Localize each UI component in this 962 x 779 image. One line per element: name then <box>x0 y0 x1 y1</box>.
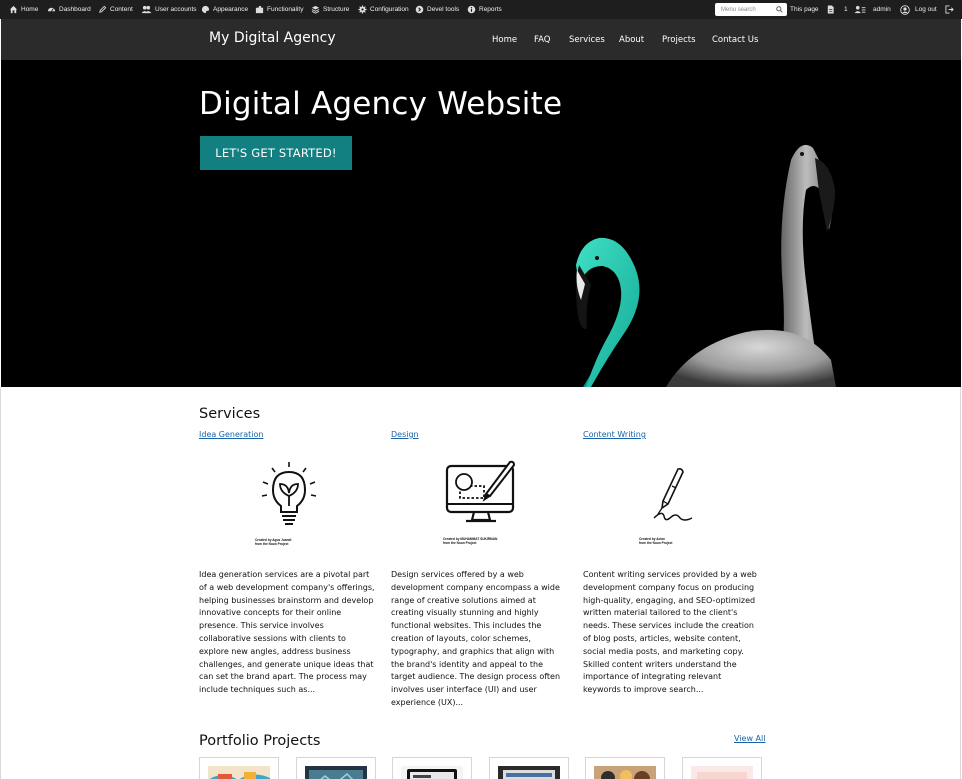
toolbar-appearance-label: Appearance <box>213 6 249 13</box>
admin-toolbar: Home Dashboard Content User accounts App… <box>0 0 962 19</box>
home-icon <box>9 5 18 14</box>
service-description-idea-generation: Idea generation services are a pivotal p… <box>199 570 375 695</box>
dashboard-icon <box>47 7 56 12</box>
service-description-design: Design services offered by a web develop… <box>391 570 561 707</box>
services-heading: Services <box>199 406 261 422</box>
credit-idea-generation: Created by Agus Juandi from the Noun Proj… <box>255 538 291 546</box>
portfolio-thumbnail[interactable] <box>392 757 472 779</box>
toolbar-reports[interactable]: Reports <box>467 0 502 19</box>
page-edge <box>960 387 961 779</box>
toolbar-dashboard[interactable]: Dashboard <box>47 0 91 19</box>
toolbar-logout[interactable]: Log out <box>915 0 954 19</box>
username-label: admin <box>873 6 891 13</box>
puzzle-icon <box>255 5 264 14</box>
logout-label: Log out <box>915 6 937 13</box>
menu-search-placeholder: Menu search <box>721 6 756 13</box>
toolbar-appearance[interactable]: Appearance <box>201 0 248 19</box>
hero-title: Digital Agency Website <box>199 86 563 122</box>
user-count-value: 1 <box>844 6 848 13</box>
portfolio-thumbnail[interactable] <box>489 757 569 779</box>
toolbar-dashboard-label: Dashboard <box>59 6 91 13</box>
portfolio-image <box>691 766 753 779</box>
portfolio-thumbnail[interactable] <box>296 757 376 779</box>
nav-projects[interactable]: Projects <box>662 35 696 45</box>
toolbar-functionality-label: Functionality <box>267 6 304 13</box>
toolbar-structure-label: Structure <box>323 6 350 13</box>
nav-about[interactable]: About <box>619 35 644 45</box>
portfolio-image <box>401 766 463 779</box>
lightbulb-icon <box>261 462 317 525</box>
palette-icon <box>201 5 210 14</box>
toolbar-devel-tools-label: Devel tools <box>427 6 460 13</box>
gear-icon <box>358 5 367 14</box>
nav-services[interactable]: Services <box>569 35 605 45</box>
toolbar-functionality[interactable]: Functionality <box>255 0 304 19</box>
portfolio-heading: Portfolio Projects <box>199 733 321 749</box>
page: Home Dashboard Content User accounts App… <box>0 0 962 779</box>
toolbar-configuration[interactable]: Configuration <box>358 0 409 19</box>
credit-line: from the Noun Project <box>443 541 477 545</box>
toolbar-user-accounts-label: User accounts <box>155 6 197 13</box>
this-page-label: This page <box>790 6 819 13</box>
toolbar-user[interactable]: admin <box>873 0 910 19</box>
nav-faq[interactable]: FAQ <box>534 35 550 45</box>
nav-home[interactable]: Home <box>492 35 517 45</box>
design-monitor-icon <box>445 460 516 523</box>
user-icon <box>899 4 910 15</box>
get-started-button[interactable]: LET'S GET STARTED! <box>200 136 352 170</box>
search-icon <box>776 6 783 13</box>
toolbar-home[interactable]: Home <box>9 0 38 19</box>
users-icon <box>141 5 152 14</box>
devel-icon <box>415 5 424 14</box>
logout-icon <box>945 5 954 14</box>
service-link-idea-generation[interactable]: Idea Generation <box>199 430 263 439</box>
service-link-content-writing[interactable]: Content Writing <box>583 430 646 439</box>
credit-content-writing: Created by Aclan from the Noun Project <box>639 537 672 545</box>
portfolio-thumbnail[interactable] <box>585 757 665 779</box>
toolbar-configuration-label: Configuration <box>370 6 409 13</box>
site-header <box>1 19 961 60</box>
service-description-content-writing: Content writing services provided by a w… <box>583 570 757 695</box>
layers-icon <box>311 5 320 14</box>
nav-contact-us[interactable]: Contact Us <box>712 35 758 45</box>
page-edge <box>0 387 1 779</box>
credit-design: Created by MUHAMMAT SUKIRMAN from the Nou… <box>443 537 497 545</box>
view-all-link[interactable]: View All <box>734 734 765 743</box>
portfolio-image <box>208 766 270 779</box>
toolbar-home-label: Home <box>21 6 39 13</box>
toolbar-content[interactable]: Content <box>98 0 133 19</box>
menu-search-input[interactable]: Menu search <box>715 3 787 16</box>
toolbar-content-label: Content <box>110 6 133 13</box>
service-link-design[interactable]: Design <box>391 430 419 439</box>
portfolio-thumbnail[interactable] <box>199 757 279 779</box>
document-icon <box>827 5 834 14</box>
toolbar-devel-tools[interactable]: Devel tools <box>415 0 459 19</box>
user-list-icon <box>854 5 866 14</box>
portfolio-image <box>305 766 367 779</box>
toolbar-structure[interactable]: Structure <box>311 0 349 19</box>
toolbar-user-accounts[interactable]: User accounts <box>141 0 197 19</box>
toolbar-reports-label: Reports <box>479 6 502 13</box>
credit-line: from the Noun Project <box>639 541 673 545</box>
pencil-icon <box>99 5 107 13</box>
toolbar-this-page[interactable]: This page <box>790 0 835 19</box>
credit-line: from the Noun Project <box>255 542 289 546</box>
portfolio-image <box>498 766 560 779</box>
portfolio-thumbnail[interactable] <box>682 757 762 779</box>
toolbar-user-count[interactable]: 1 <box>844 0 866 19</box>
portfolio-image <box>594 766 656 779</box>
info-icon <box>467 5 476 14</box>
site-name[interactable]: My Digital Agency <box>209 30 336 46</box>
pen-icon <box>653 468 693 521</box>
